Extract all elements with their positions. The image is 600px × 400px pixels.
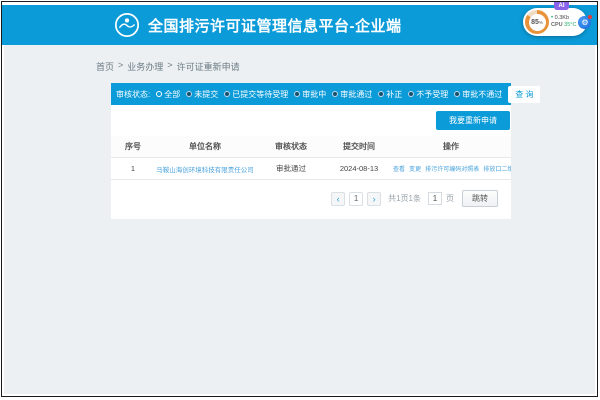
radio-option-rejected[interactable]: 审批不通过 bbox=[454, 89, 502, 100]
col-submit-time: 提交时间 bbox=[327, 136, 391, 158]
table-header-row: 序号 单位名称 审核状态 提交时间 操作 bbox=[111, 136, 511, 158]
current-page-button[interactable]: 1 bbox=[349, 192, 363, 206]
outlet-qrcode-link[interactable]: 排放口二维码图集 bbox=[483, 167, 511, 173]
breadcrumb-item-current: 许可证重新申请 bbox=[177, 60, 240, 73]
page-unit-label: 页 bbox=[446, 193, 454, 204]
pagination-summary: 共1页1条 bbox=[388, 193, 421, 204]
toolbar-row: 我要重新申请 bbox=[111, 105, 511, 136]
content-card: 审核状态: 全部 未提交 已提交等待受理 审批中 bbox=[111, 83, 511, 219]
view-link[interactable]: 查看 bbox=[393, 167, 405, 173]
cell-submit-time: 2024-08-13 bbox=[327, 158, 391, 180]
breadcrumb-item-home[interactable]: 首页 bbox=[96, 60, 114, 73]
col-company: 单位名称 bbox=[155, 136, 255, 158]
cell-status: 审批通过 bbox=[255, 158, 327, 180]
radio-icon bbox=[294, 91, 300, 97]
reapply-button[interactable]: 我要重新申请 bbox=[436, 111, 510, 130]
filter-label: 审核状态: bbox=[116, 89, 150, 100]
net-speed: 0.3Kb bbox=[555, 15, 569, 21]
breadcrumb-separator: > bbox=[118, 60, 123, 73]
radio-icon bbox=[454, 91, 460, 97]
radio-option-all[interactable]: 全部 bbox=[156, 89, 180, 100]
radio-option-submitted-waiting[interactable]: 已提交等待受理 bbox=[224, 89, 288, 100]
radio-icon bbox=[332, 91, 338, 97]
platform-emblem-icon bbox=[114, 12, 140, 38]
radio-option-unsubmitted[interactable]: 未提交 bbox=[186, 89, 218, 100]
change-link[interactable]: 变更 bbox=[409, 167, 421, 173]
cpu-usage-unit: % bbox=[539, 20, 543, 25]
gear-icon[interactable]: ⚙ bbox=[578, 16, 591, 29]
cell-operations: 查看 变更 排污许可编码对照表 排放口二维码图集 bbox=[391, 158, 511, 180]
ai-badge[interactable]: AI bbox=[554, 1, 569, 10]
col-operations: 操作 bbox=[391, 136, 511, 158]
radio-option-in-review[interactable]: 审批中 bbox=[294, 89, 326, 100]
cpu-label: CPU bbox=[551, 22, 563, 28]
app-header: 全国排污许可证管理信息平台-企业端 bbox=[2, 5, 597, 45]
radio-option-approved[interactable]: 审批通过 bbox=[332, 89, 372, 100]
col-seq: 序号 bbox=[111, 136, 155, 158]
radio-icon bbox=[378, 91, 384, 97]
breadcrumb-item-business[interactable]: 业务办理 bbox=[127, 60, 163, 73]
jump-button[interactable]: 跳转 bbox=[462, 190, 498, 207]
cpu-temp: 35°C bbox=[564, 22, 576, 28]
prev-page-button[interactable]: ‹ bbox=[331, 192, 345, 206]
company-link[interactable]: 马鞍山海创环境科技有限责任公司 bbox=[156, 167, 254, 174]
system-monitor-widget[interactable]: 85% • 0.3Kb CPU 35°C ⚙ bbox=[523, 8, 587, 36]
cell-seq: 1 bbox=[111, 158, 155, 180]
page-body: 首页 > 业务办理 > 许可证重新申请 审核状态: 全部 未提交 已 bbox=[4, 45, 595, 394]
cpu-usage-gauge: 85% bbox=[525, 10, 549, 34]
pagination: ‹ 1 › 共1页1条 页 跳转 bbox=[111, 180, 511, 213]
permit-code-table-link[interactable]: 排污许可编码对照表 bbox=[425, 167, 479, 173]
status-filter-bar: 审核状态: 全部 未提交 已提交等待受理 审批中 bbox=[111, 83, 511, 105]
browser-viewport: 全国排污许可证管理信息平台-企业端 AI 85% • 0.3Kb CPU 35°… bbox=[1, 1, 598, 397]
cpu-usage-value: 85 bbox=[531, 14, 539, 31]
page-jump-input[interactable] bbox=[428, 192, 442, 205]
table-row: 1 马鞍山海创环境科技有限责任公司 审批通过 2024-08-13 查看 变更 … bbox=[111, 158, 511, 180]
page-title: 全国排污许可证管理信息平台-企业端 bbox=[148, 15, 402, 36]
radio-icon bbox=[186, 91, 192, 97]
col-status: 审核状态 bbox=[255, 136, 327, 158]
breadcrumb-separator: > bbox=[167, 60, 172, 73]
radio-icon bbox=[408, 91, 414, 97]
net-up-icon: • bbox=[551, 15, 553, 21]
radio-option-correction[interactable]: 补正 bbox=[378, 89, 402, 100]
radio-option-not-accepted[interactable]: 不予受理 bbox=[408, 89, 448, 100]
breadcrumb: 首页 > 业务办理 > 许可证重新申请 bbox=[96, 60, 240, 73]
next-page-button[interactable]: › bbox=[367, 192, 381, 206]
radio-selected-icon bbox=[156, 91, 162, 97]
monitor-stats: • 0.3Kb CPU 35°C bbox=[551, 15, 576, 29]
radio-icon bbox=[224, 91, 230, 97]
search-button[interactable]: 查 询 bbox=[508, 86, 540, 103]
applications-table: 序号 单位名称 审核状态 提交时间 操作 1 马鞍山海创环境科技有限责任公司 审… bbox=[111, 136, 511, 180]
